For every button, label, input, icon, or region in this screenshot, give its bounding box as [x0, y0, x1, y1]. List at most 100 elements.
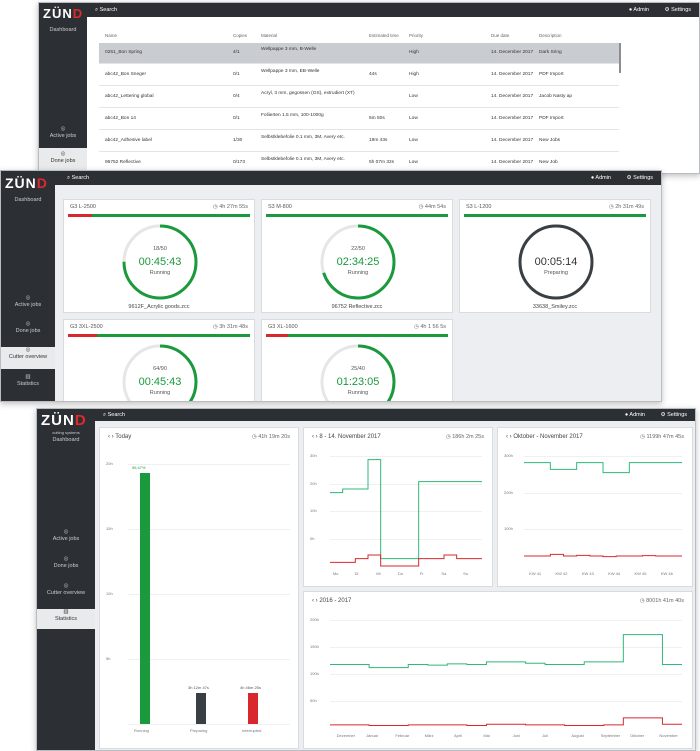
y-tick-label: 10h — [106, 591, 113, 596]
sidebar-title: Dashboard — [14, 197, 42, 203]
sidebar-title: Dashboard — [52, 437, 80, 443]
sidebar-item-active-jobs[interactable]: ◎ Active jobs — [1, 295, 55, 317]
cutter-progress-bar — [68, 334, 250, 337]
cell-desc: New Job — [539, 160, 558, 165]
year-title[interactable]: ‹ › 2016 - 2017 — [312, 598, 351, 604]
cutter-name: G3 L-2500 — [70, 204, 96, 210]
x-tick-label: Oktober — [630, 733, 645, 738]
cutter-ring: 22/50 02:34:25 Running — [318, 222, 398, 302]
col-name[interactable]: Name — [105, 33, 117, 38]
chart-icon: ▥ — [63, 609, 69, 615]
logo: ZÜND — [5, 175, 48, 191]
table-row[interactable]: abc42_Bon Sneger 0/1 Wellpappe 3 mm, EB-We… — [99, 65, 619, 86]
x-tick-label: Mo — [332, 571, 339, 576]
y-tick-label: 100h — [504, 526, 513, 532]
cutter-card[interactable]: G3 XL-1600 ◷ 4h 1 56 5s 25/40 01:23:05 Runni… — [261, 319, 453, 401]
bar-value-label: 96.47% — [132, 465, 146, 471]
table-row[interactable]: abc42_Adhesive label 1/30 Selbstklebefolie… — [99, 131, 619, 152]
cutter-name: G3 3XL-2500 — [70, 324, 103, 330]
sidebar: ZÜND cutting systems Dashboard ◎ Active j… — [37, 409, 95, 750]
cutter-card[interactable]: G3 3XL-2500 ◷ 3h 31m 48s 64/90 00:45:43 Runn… — [63, 319, 255, 401]
week-title[interactable]: ‹ › 8 - 14. November 2017 — [312, 434, 381, 440]
topbar: ⌕ Search ● Admin ⚙ Settings — [95, 409, 695, 421]
sidebar-item-done-jobs[interactable]: ◎ Done jobs — [1, 321, 55, 343]
sidebar-item-statistics[interactable]: ▥ Statistics — [37, 609, 95, 629]
chart-icon: ▥ — [25, 374, 31, 380]
settings-button[interactable]: ⚙ Settings — [627, 175, 653, 181]
series-interrupted-line — [330, 554, 482, 567]
cutter-total-time: ◷ 44m 54s — [419, 204, 446, 210]
sidebar-item-statistics[interactable]: ▥ Statistics — [1, 374, 55, 392]
series-interrupted-line — [524, 553, 682, 558]
table-row[interactable]: abc42_Bon 14 0/1 Foliierten 1.5 mm, 100-10… — [99, 109, 619, 130]
year-total: ◷ 8001h 41m 40s — [639, 598, 684, 604]
sidebar-item-cutter-overview[interactable]: ◎ Cutter overview — [37, 583, 95, 605]
cutter-icon: ◎ — [25, 347, 31, 353]
cutter-ring: 00:05:14 Preparing — [516, 222, 596, 302]
admin-button[interactable]: ● Admin — [625, 412, 645, 418]
cell-desc: New Jobs — [539, 138, 561, 143]
sidebar-item-done-jobs[interactable]: ◎ Done jobs — [37, 556, 95, 578]
cell-priority: Low — [409, 94, 418, 99]
x-tick-label: Interrupted — [242, 728, 262, 733]
cutter-icon: ◎ — [63, 583, 69, 589]
cutter-total-time: ◷ 2h 31m 49s — [609, 204, 644, 210]
cutter-time: 00:05:14 — [534, 256, 578, 268]
series-interrupted-line — [330, 717, 682, 726]
cell-material: Wellpappe 3 mm, EB-Welle — [261, 69, 320, 74]
cutter-count: 25/40 — [351, 366, 365, 372]
today-panel: ‹ › Today ◷ 41h 19m 20s 20h 15h 10h 5h 96.47… — [99, 427, 299, 749]
admin-button[interactable]: ● Admin — [591, 175, 611, 181]
months-title[interactable]: ‹ › Oktober - November 2017 — [506, 434, 583, 440]
cutter-card[interactable]: S3 L-1200 ◷ 2h 31m 49s 00:05:14 Preparing 33… — [459, 199, 651, 313]
col-material[interactable]: Material — [261, 33, 277, 38]
x-tick-label: Mi — [376, 571, 381, 576]
cutter-card[interactable]: G3 L-2500 ◷ 4h 27m 55s 18/50 00:45:43 Runnin… — [63, 199, 255, 313]
today-title[interactable]: ‹ › Today — [108, 434, 131, 440]
col-priority[interactable]: Priority — [409, 33, 423, 38]
cutter-card[interactable]: S3 M-800 ◷ 44m 54s 22/50 02:34:25 Running 967… — [261, 199, 453, 313]
table-row[interactable]: abc42_Lettering global 0/4 Acryl, 3 mm, ge… — [99, 87, 619, 108]
x-tick-label: Fr — [419, 571, 424, 576]
cell-name: abc42_Adhesive label — [105, 138, 152, 143]
sidebar-item-cutter-overview[interactable]: ◎ Cutter overview — [1, 347, 55, 369]
table-scrollbar[interactable] — [619, 43, 621, 73]
table-row[interactable]: 0251_Bon Spring 4/1 Wellpappe 3 mm, B-Well… — [99, 43, 619, 64]
cell-material: Wellpappe 3 mm, B-Welle — [261, 47, 317, 52]
sidebar-item-active-jobs[interactable]: ◎ Active jobs — [37, 529, 95, 551]
col-time[interactable]: Estimated time — [369, 33, 399, 38]
col-desc[interactable]: Description — [539, 33, 562, 38]
statistics-window: ZÜND cutting systems Dashboard ◎ Active j… — [36, 408, 696, 751]
x-tick-label: So — [463, 571, 469, 576]
bar-interrupted[interactable] — [248, 692, 258, 724]
x-tick-label: November — [659, 733, 678, 738]
cutter-total-value: 4h 1 56 5s — [420, 324, 446, 330]
play-icon: ◎ — [25, 295, 31, 301]
cell-desc: Dark Sring — [539, 50, 562, 55]
cutter-status: Running — [347, 390, 369, 396]
x-tick-label: Di — [354, 571, 359, 576]
col-due[interactable]: Due date — [491, 33, 509, 38]
week-total: ◷ 186h 2m 25s — [445, 434, 484, 440]
settings-button[interactable]: ⚙ Settings — [661, 412, 687, 418]
y-tick-label: 300h — [504, 453, 513, 458]
x-tick-label: Sa — [441, 571, 447, 576]
cutter-ring: 64/90 00:45:43 Running — [120, 342, 200, 401]
search-button[interactable]: ⌕ Search — [103, 412, 125, 419]
search-button[interactable]: ⌕ Search — [67, 175, 89, 182]
cutter-time: 02:34:25 — [336, 256, 380, 268]
x-tick-label: KW 42 — [555, 571, 568, 576]
gridline — [128, 529, 290, 530]
bar-preparing[interactable] — [196, 692, 206, 724]
x-tick-label: Running — [134, 728, 149, 733]
cutter-time: 01:23:05 — [336, 376, 380, 388]
x-tick-label: KW 41 — [529, 571, 542, 576]
cell-priority: Low — [409, 138, 418, 143]
cell-name: 0251_Bon Spring — [105, 50, 143, 55]
x-tick-label: Januar — [366, 733, 379, 738]
col-copies[interactable]: Copies — [233, 33, 247, 38]
cell-priority: Low — [409, 160, 418, 165]
x-tick-label: April — [454, 733, 463, 738]
bar-running[interactable] — [140, 473, 150, 724]
cutter-name: G3 XL-1600 — [268, 324, 298, 330]
